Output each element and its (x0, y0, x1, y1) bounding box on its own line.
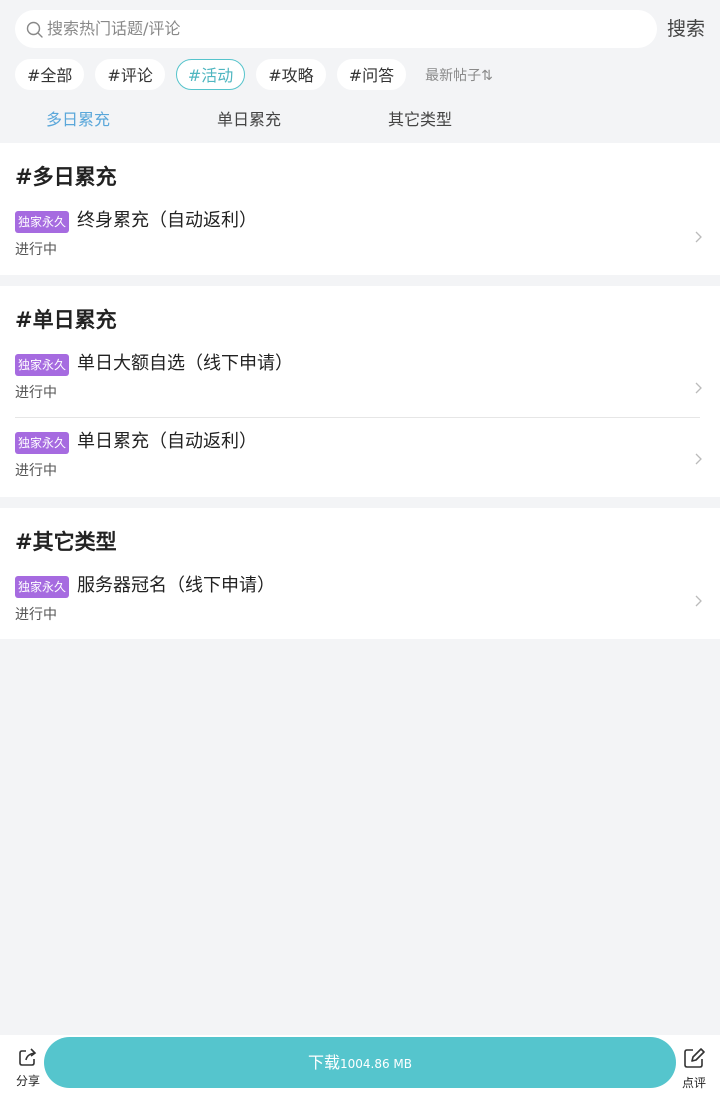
search-placeholder: 搜索热门话题/评论 (47, 19, 181, 38)
tab-multi-day[interactable]: 多日累充 (46, 105, 110, 135)
tab-single-day[interactable]: 单日累充 (217, 105, 281, 135)
chevron-right-icon (695, 595, 702, 607)
badge-exclusive: 独家永久 (15, 576, 70, 598)
item-status: 进行中 (15, 385, 57, 401)
section-title: #多日累充 (15, 165, 117, 189)
list-item[interactable]: 独家永久 单日大额自选（线下申请） 进行中 (0, 353, 720, 409)
download-button[interactable]: 下载1004.86 MB (44, 1037, 676, 1088)
item-status: 进行中 (15, 607, 57, 623)
tag-comments[interactable]: #评论 (95, 59, 165, 90)
list-item[interactable]: 独家永久 服务器冠名（线下申请） 进行中 (0, 575, 720, 631)
item-title: 单日大额自选（线下申请） (77, 353, 293, 374)
item-status: 进行中 (15, 242, 57, 258)
edit-icon (684, 1048, 705, 1068)
search-button[interactable]: 搜索 (667, 14, 705, 44)
bottom-bar: 分享 下载1004.86 MB 点评 (0, 1035, 720, 1095)
chevron-right-icon (695, 382, 702, 394)
share-button[interactable]: 分享 (10, 1047, 46, 1089)
review-label: 点评 (681, 1076, 706, 1090)
sort-label: 最新帖子 (425, 67, 482, 84)
tag-qa[interactable]: #问答 (336, 59, 407, 90)
review-button[interactable]: 点评 (676, 1047, 712, 1091)
item-title: 单日累充（自动返利） (77, 431, 257, 452)
list-item[interactable]: 独家永久 单日累充（自动返利） 进行中 (0, 431, 720, 487)
list-item[interactable]: 独家永久 终身累充（自动返利） 进行中 (0, 210, 720, 266)
badge-exclusive: 独家永久 (15, 354, 70, 376)
item-title: 终身累充（自动返利） (77, 210, 257, 231)
chevron-right-icon (695, 231, 702, 243)
search-row: 搜索热门话题/评论 搜索 (0, 0, 720, 60)
divider (15, 417, 700, 418)
item-title: 服务器冠名（线下申请） (77, 575, 275, 596)
section-title: #单日累充 (15, 308, 117, 332)
download-size: 1004.86 MB (339, 1057, 413, 1071)
share-icon (19, 1048, 37, 1066)
sort-button[interactable]: 最新帖子⇅ (425, 65, 493, 85)
search-icon (26, 21, 43, 38)
section-other: #其它类型 独家永久 服务器冠名（线下申请） 进行中 (0, 508, 720, 639)
badge-exclusive: 独家永久 (15, 211, 70, 233)
chevron-right-icon (695, 453, 702, 465)
search-input[interactable]: 搜索热门话题/评论 (15, 10, 657, 48)
sort-icon: ⇅ (481, 67, 493, 84)
tag-filter-row: #全部 #评论 #活动 #攻略 #问答 最新帖子⇅ (15, 59, 493, 90)
category-tabs: 多日累充 单日累充 其它类型 (0, 105, 720, 137)
section-single-day: #单日累充 独家永久 单日大额自选（线下申请） 进行中 独家永久 单日累充（自动… (0, 286, 720, 497)
tag-all[interactable]: #全部 (15, 59, 85, 90)
section-title: #其它类型 (15, 530, 117, 554)
download-label: 下载 (307, 1053, 340, 1072)
item-status: 进行中 (15, 463, 57, 479)
tag-guides[interactable]: #攻略 (256, 59, 326, 90)
tag-events[interactable]: #活动 (175, 59, 246, 90)
share-label: 分享 (15, 1074, 40, 1088)
tab-other[interactable]: 其它类型 (388, 105, 452, 135)
badge-exclusive: 独家永久 (15, 432, 70, 454)
section-multi-day: #多日累充 独家永久 终身累充（自动返利） 进行中 (0, 143, 720, 275)
